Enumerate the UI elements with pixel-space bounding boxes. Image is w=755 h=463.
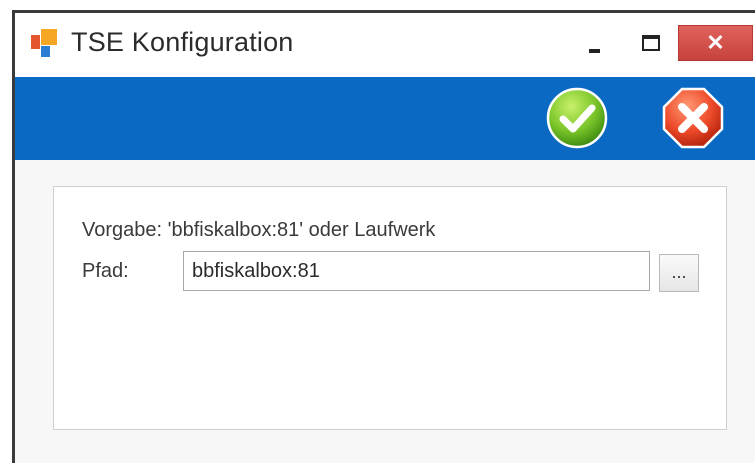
close-icon: ✕ bbox=[706, 30, 725, 55]
window-title: TSE Konfiguration bbox=[71, 27, 294, 57]
content-area: Vorgabe: 'bbfiskalbox:81' oder Laufwerk … bbox=[15, 160, 755, 463]
close-button[interactable]: ✕ bbox=[678, 25, 753, 61]
title-bar: TSE Konfiguration ✕ bbox=[15, 13, 755, 77]
maximize-button[interactable] bbox=[631, 25, 669, 59]
toolbar bbox=[15, 77, 755, 160]
x-icon bbox=[662, 87, 724, 149]
settings-panel: Vorgabe: 'bbfiskalbox:81' oder Laufwerk … bbox=[53, 186, 727, 430]
browse-button[interactable]: ... bbox=[659, 254, 699, 292]
dialog-window: TSE Konfiguration ✕ Vorgabe: 'bbfiskalbo… bbox=[12, 10, 755, 463]
check-icon bbox=[546, 87, 608, 149]
app-logo-icon bbox=[31, 29, 57, 57]
minimize-button[interactable] bbox=[575, 25, 613, 59]
cancel-button[interactable] bbox=[662, 87, 724, 149]
hint-text: Vorgabe: 'bbfiskalbox:81' oder Laufwerk bbox=[82, 219, 436, 241]
path-label: Pfad: bbox=[82, 260, 129, 282]
path-input[interactable] bbox=[183, 251, 650, 291]
ok-button[interactable] bbox=[546, 87, 608, 149]
